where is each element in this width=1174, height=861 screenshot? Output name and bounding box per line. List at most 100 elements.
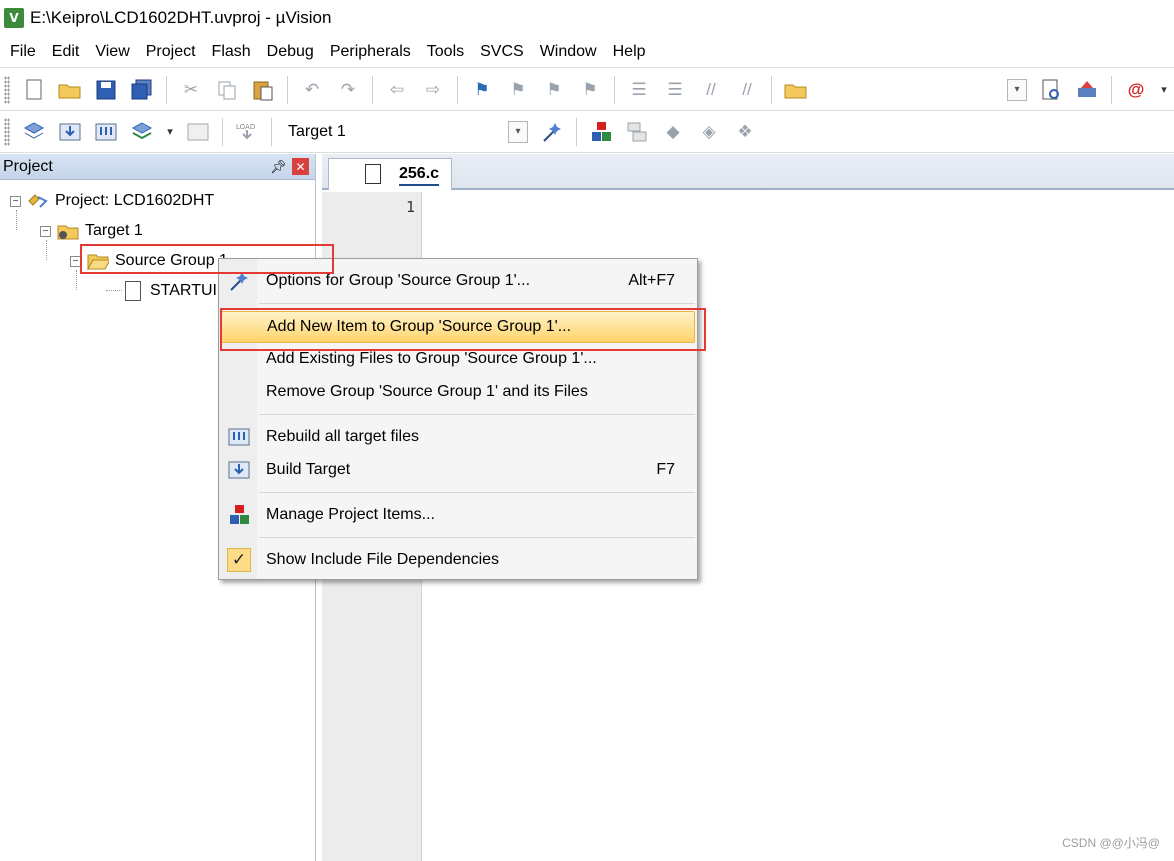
window-title: E:\Keipro\LCD1602DHT.uvproj - µVision (30, 8, 332, 27)
find-dropdown[interactable]: ▾ (1007, 78, 1027, 101)
tree-item-file[interactable]: STARTUI (122, 278, 217, 304)
options-wand-icon (221, 265, 257, 297)
menu-peripherals[interactable]: Peripherals (322, 36, 419, 68)
tab-256c[interactable]: 256.c (328, 158, 452, 190)
cut-icon[interactable]: ✂ (176, 75, 206, 105)
toolbar-separator (614, 75, 615, 104)
paste-icon[interactable] (248, 75, 278, 105)
select-packs-icon[interactable] (622, 117, 652, 147)
context-menu-icon-column (219, 259, 257, 579)
file-icon (122, 281, 144, 301)
menu-help[interactable]: Help (605, 36, 654, 68)
options-for-target-icon[interactable] (537, 117, 567, 147)
menu-separator (259, 414, 695, 415)
rebuild-icon[interactable] (91, 117, 121, 147)
software-packs-icon[interactable]: ❖ (730, 117, 760, 147)
copy-icon[interactable] (212, 75, 242, 105)
toolbar-grip[interactable] (4, 75, 10, 104)
tree-item-source-group[interactable]: − Source Group 1 (70, 248, 228, 274)
toolbar-separator (271, 117, 272, 146)
build-icon[interactable] (55, 117, 85, 147)
menu-file[interactable]: File (2, 36, 44, 68)
menu-item-manage-project-items[interactable]: Manage Project Items... (221, 499, 695, 531)
toolbar-separator (287, 75, 288, 104)
menu-view[interactable]: View (87, 36, 137, 68)
indent-icon[interactable]: ☰ (624, 75, 654, 105)
debug-session-icon[interactable]: @ (1121, 75, 1151, 105)
collapse-toggle-icon[interactable]: − (40, 225, 51, 237)
comment-icon[interactable]: // (696, 75, 726, 105)
folder-open-icon (87, 251, 109, 271)
download-load-icon[interactable]: LOAD (232, 117, 262, 147)
uncomment-icon[interactable]: // (732, 75, 762, 105)
menu-debug[interactable]: Debug (259, 36, 322, 68)
undo-icon[interactable]: ↶ (297, 75, 327, 105)
pack-installer-icon[interactable]: ◈ (694, 117, 724, 147)
file-icon (365, 164, 381, 184)
tree-item-target-label: Target 1 (85, 222, 143, 239)
bookmark-flag-icon[interactable]: ⚑ (467, 75, 497, 105)
navigate-back-icon[interactable]: ⇦ (382, 75, 412, 105)
manage-rte-icon[interactable]: ◆ (658, 117, 688, 147)
menu-item-rebuild-all[interactable]: Rebuild all target files (221, 421, 695, 453)
menu-edit[interactable]: Edit (44, 36, 88, 68)
menu-bar: File Edit View Project Flash Debug Perip… (0, 36, 1174, 68)
tree-item-target[interactable]: − Target 1 (40, 218, 143, 244)
collapse-toggle-icon[interactable]: − (70, 255, 81, 267)
close-panel-icon[interactable]: ✕ (292, 158, 309, 175)
tab-label: 256.c (399, 165, 440, 186)
build-icon (221, 454, 257, 486)
pin-icon[interactable]: 📌︎ (270, 159, 287, 175)
menu-item-remove-group[interactable]: Remove Group 'Source Group 1' and its Fi… (221, 376, 695, 408)
menu-window[interactable]: Window (532, 36, 605, 68)
debug-dropdown-icon[interactable]: ▾ (1157, 75, 1171, 105)
toolbar-separator (372, 75, 373, 104)
target-icon (57, 221, 79, 241)
rebuild-icon (221, 421, 257, 453)
toolbar-grip[interactable] (4, 117, 10, 146)
clear-bookmarks-icon[interactable]: ⚑ (575, 75, 605, 105)
save-icon[interactable] (91, 75, 121, 105)
find-icon[interactable] (1036, 75, 1066, 105)
batch-build-icon[interactable] (127, 117, 157, 147)
menu-item-options-for-group[interactable]: Options for Group 'Source Group 1'... Al… (221, 265, 695, 297)
toolbar-separator (222, 117, 223, 146)
project-panel-title: Project (3, 157, 53, 175)
menu-tools[interactable]: Tools (419, 36, 472, 68)
new-file-icon[interactable] (19, 75, 49, 105)
target-select-value: Target 1 (288, 122, 346, 140)
collapse-toggle-icon[interactable]: − (10, 195, 21, 207)
menu-flash[interactable]: Flash (204, 36, 259, 68)
manage-project-items-icon[interactable] (586, 117, 616, 147)
unindent-icon[interactable]: ☰ (660, 75, 690, 105)
batch-build-dropdown-icon[interactable]: ▾ (163, 117, 177, 147)
redo-icon[interactable]: ↷ (333, 75, 363, 105)
translate-icon[interactable] (19, 117, 49, 147)
menu-item-build-target[interactable]: Build Target F7 (221, 454, 695, 486)
stop-build-icon[interactable] (183, 117, 213, 147)
tree-item-project[interactable]: − Project: LCD1602DHT (10, 188, 214, 214)
tree-line (106, 290, 122, 291)
navigate-forward-icon[interactable]: ⇨ (418, 75, 448, 105)
title-bar: V E:\Keipro\LCD1602DHT.uvproj - µVision (0, 0, 1174, 36)
target-dropdown-arrow[interactable]: ▾ (508, 120, 528, 143)
open-folder-icon[interactable] (55, 75, 85, 105)
watermark: CSDN @@小冯@ (1062, 836, 1160, 850)
toolbar-separator (457, 75, 458, 104)
target-select[interactable]: Target 1 (282, 118, 502, 146)
menu-project[interactable]: Project (138, 36, 204, 68)
context-menu: Options for Group 'Source Group 1'... Al… (218, 258, 698, 580)
menu-item-add-new-item[interactable]: Add New Item to Group 'Source Group 1'..… (221, 311, 695, 343)
save-all-icon[interactable] (127, 75, 157, 105)
toolbar-separator (1111, 75, 1112, 104)
next-bookmark-icon[interactable]: ⚑ (539, 75, 569, 105)
menu-svcs[interactable]: SVCS (472, 36, 532, 68)
file-toolbar: ✂ ↶ ↷ ⇦ ⇨ ⚑ ⚑ ⚑ ⚑ ☰ ☰ // // ▾ @ ▾ (0, 69, 1174, 111)
project-icon (27, 191, 49, 211)
menu-item-add-existing-files[interactable]: Add Existing Files to Group 'Source Grou… (221, 343, 695, 375)
incremental-find-icon[interactable] (1072, 75, 1102, 105)
prev-bookmark-icon[interactable]: ⚑ (503, 75, 533, 105)
menu-item-show-include-deps[interactable]: ✓ Show Include File Dependencies (221, 544, 695, 576)
editor-tab-strip: 256.c (322, 154, 1174, 190)
find-in-files-icon[interactable] (781, 75, 811, 105)
